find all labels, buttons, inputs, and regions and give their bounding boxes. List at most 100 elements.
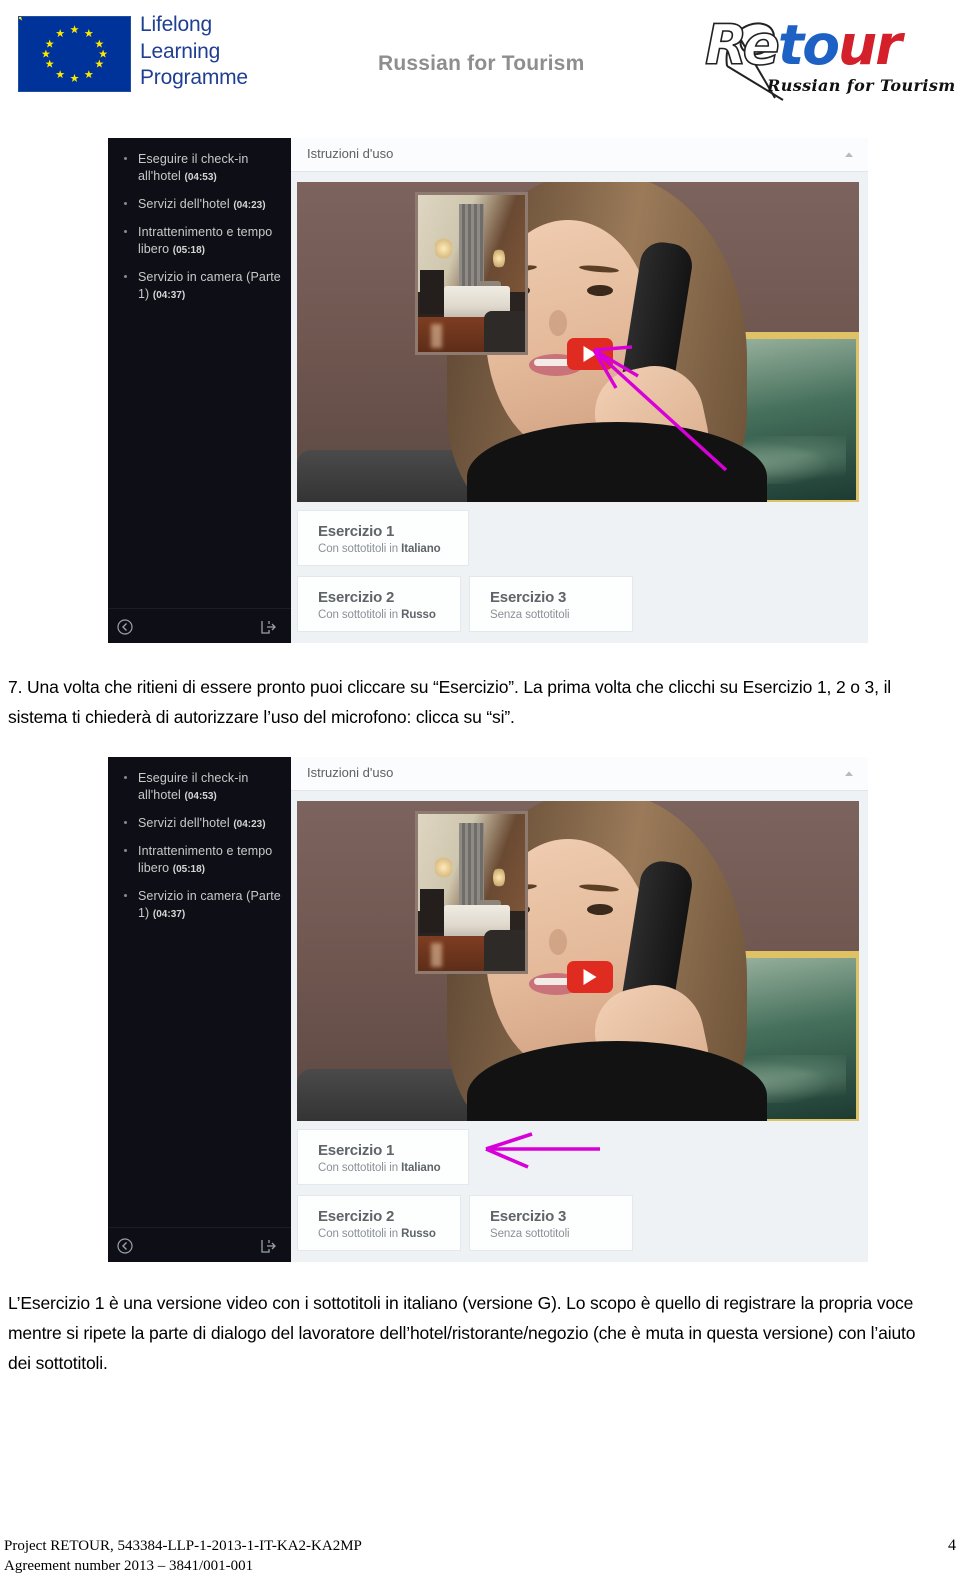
sidebar-footer [108, 608, 291, 643]
hotel-room-thumbnail [415, 811, 528, 974]
content-pane: Istruzioni d'uso Esercizio 1 Con sottoti… [291, 138, 868, 643]
exercise-sub-prefix: Con sottotitoli in [318, 543, 402, 555]
exercise-subtitle: Con sottotitoli in Russo [318, 609, 444, 621]
lesson-item[interactable]: Intrattenimento e tempo libero (05:18) [108, 219, 291, 264]
retour-wordmark: Retour [704, 12, 930, 78]
exercise-sub-prefix: Con sottotitoli in [318, 609, 402, 621]
lesson-duration: (05:18) [172, 864, 206, 875]
exercise-subtitle: Senza sottotitoli [490, 1228, 616, 1240]
esercizio-2-card[interactable]: Esercizio 2 Con sottotitoli in Russo [297, 1195, 461, 1251]
lesson-item[interactable]: Servizio in camera (Parte 1) (04:37) [108, 264, 291, 309]
retour-part-ur: ur [838, 13, 902, 77]
screenshot-esercizio-1: Eseguire il check-in all'hotel (04:53) S… [108, 757, 868, 1262]
instructions-title: Istruzioni d'uso [307, 146, 394, 161]
exercise-sub-prefix: Senza sottotitoli [490, 1228, 570, 1240]
sidebar-footer [108, 1227, 291, 1262]
chevron-up-icon[interactable] [844, 770, 854, 777]
exit-icon[interactable] [260, 619, 277, 635]
paragraph-step-7: 7. Una volta che ritieni di essere pront… [8, 677, 892, 727]
exercise-sub-strong: Russo [401, 1228, 436, 1240]
lesson-list: Eseguire il check-in all'hotel (04:53) S… [108, 146, 291, 309]
esercizio-1-card[interactable]: Esercizio 1 Con sottotitoli in Italiano [297, 510, 469, 566]
content-pane: Istruzioni d'uso Esercizio 1 Con sottoti… [291, 757, 868, 1262]
lesson-label: Servizi dell'hotel [138, 816, 230, 830]
exercise-sub-prefix: Senza sottotitoli [490, 609, 570, 621]
play-button-icon[interactable] [567, 961, 613, 993]
lesson-duration: (04:37) [152, 290, 186, 301]
lesson-item[interactable]: Intrattenimento e tempo libero (05:18) [108, 838, 291, 883]
lesson-duration: (04:53) [184, 172, 217, 183]
video-player[interactable] [297, 801, 859, 1121]
page-title: Russian for Tourism [378, 52, 585, 75]
exercise-subtitle: Senza sottotitoli [490, 609, 616, 621]
lesson-item[interactable]: Eseguire il check-in all'hotel (04:53) [108, 146, 291, 191]
exit-icon[interactable] [260, 1238, 277, 1254]
lesson-item[interactable]: Servizi dell'hotel (04:23) [108, 810, 291, 838]
play-button-icon[interactable] [567, 338, 613, 370]
lesson-item[interactable]: Servizio in camera (Parte 1) (04:37) [108, 883, 291, 928]
course-sidebar: Eseguire il check-in all'hotel (04:53) S… [108, 138, 291, 643]
lesson-label: Servizi dell'hotel [138, 197, 230, 211]
exercise-title: Esercizio 3 [490, 589, 567, 606]
retour-logo: Retour Russian for Tourism [704, 8, 955, 106]
esercizio-2-card[interactable]: Esercizio 2 Con sottotitoli in Russo [297, 576, 461, 632]
hotel-room-thumbnail [415, 192, 528, 355]
footer-line-1: Project RETOUR, 543384-LLP-1-2013-1-IT-K… [4, 1538, 362, 1554]
paragraph-esercizio-1: L’Esercizio 1 è una versione video con i… [8, 1293, 916, 1373]
exercise-sub-prefix: Con sottotitoli in [318, 1228, 402, 1240]
exercise-title: Esercizio 3 [490, 1208, 567, 1225]
video-player[interactable] [297, 182, 859, 502]
retour-part-re: Re [704, 12, 781, 78]
lesson-label: Intrattenimento e tempo libero [138, 844, 273, 875]
exercise-title: Esercizio 2 [318, 589, 395, 606]
lesson-duration: (05:18) [172, 245, 206, 256]
course-sidebar: Eseguire il check-in all'hotel (04:53) S… [108, 757, 291, 1262]
play-triangle [583, 969, 597, 985]
eu-logo-line1: Lifelong [140, 13, 212, 36]
exercise-sub-strong: Russo [401, 609, 436, 621]
exercise-title: Esercizio 1 [318, 1142, 395, 1159]
lesson-duration: (04:23) [233, 819, 266, 830]
lesson-duration: (04:37) [152, 909, 186, 920]
lesson-duration: (04:23) [233, 200, 266, 211]
footer-line-2: Agreement number 2013 – 3841/001-001 [4, 1558, 254, 1574]
esercizio-3-card[interactable]: Esercizio 3 Senza sottotitoli [469, 576, 633, 632]
eu-lifelong-learning-logo: Lifelong Learning Programme [18, 12, 286, 94]
eu-flag-icon [18, 16, 131, 92]
eu-stars [19, 17, 108, 82]
instructions-title: Istruzioni d'uso [307, 765, 394, 780]
back-circle-icon[interactable] [117, 1238, 133, 1254]
lesson-item[interactable]: Servizi dell'hotel (04:23) [108, 191, 291, 219]
exercise-subtitle: Con sottotitoli in Italiano [318, 543, 452, 555]
exercise-buttons: Esercizio 1 Con sottotitoli in Italiano … [297, 1129, 859, 1251]
back-circle-icon[interactable] [117, 619, 133, 635]
play-triangle [583, 346, 597, 362]
eu-logo-text: Lifelong Learning Programme [140, 12, 248, 92]
exercise-title: Esercizio 2 [318, 1208, 395, 1225]
document-header: Lifelong Learning Programme Russian for … [0, 0, 960, 118]
exercise-row-2: Esercizio 2 Con sottotitoli in Russo Ese… [297, 1195, 633, 1251]
eu-logo-line3: Programme [140, 66, 248, 89]
esercizio-3-card[interactable]: Esercizio 3 Senza sottotitoli [469, 1195, 633, 1251]
chevron-up-icon[interactable] [844, 151, 854, 158]
person-eye-right [587, 904, 613, 915]
instructions-header[interactable]: Istruzioni d'uso [291, 138, 868, 172]
lesson-duration: (04:53) [184, 791, 217, 802]
exercise-title: Esercizio 1 [318, 523, 395, 540]
document-footer: Project RETOUR, 543384-LLP-1-2013-1-IT-K… [4, 1536, 956, 1576]
exercise-sub-strong: Italiano [401, 543, 441, 555]
esercizio-1-card[interactable]: Esercizio 1 Con sottotitoli in Italiano [297, 1129, 469, 1185]
retour-tagline: Russian for Tourism [767, 76, 956, 95]
instructions-header[interactable]: Istruzioni d'uso [291, 757, 868, 791]
page-number: 4 [948, 1537, 956, 1554]
lesson-label: Intrattenimento e tempo libero [138, 225, 273, 256]
exercise-buttons: Esercizio 1 Con sottotitoli in Italiano … [297, 510, 859, 632]
screenshot-step-7: Eseguire il check-in all'hotel (04:53) S… [108, 138, 868, 643]
exercise-subtitle: Con sottotitoli in Russo [318, 1228, 444, 1240]
lesson-item[interactable]: Eseguire il check-in all'hotel (04:53) [108, 765, 291, 810]
exercise-row-2: Esercizio 2 Con sottotitoli in Russo Ese… [297, 576, 633, 632]
exercise-sub-strong: Italiano [401, 1162, 441, 1174]
lesson-list: Eseguire il check-in all'hotel (04:53) S… [108, 765, 291, 928]
person-nose [549, 310, 567, 336]
person-nose [549, 929, 567, 955]
